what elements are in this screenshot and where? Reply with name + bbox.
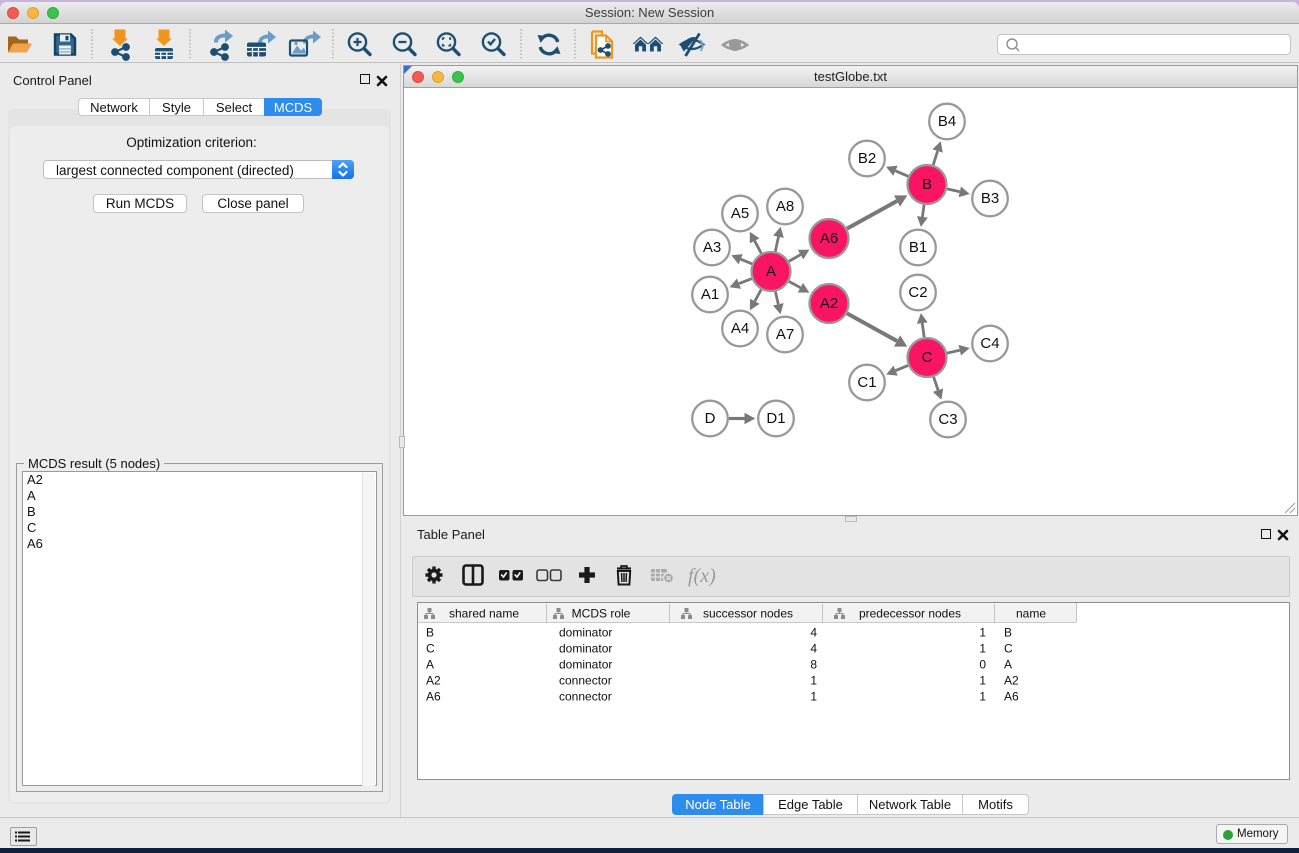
svg-text:4: 4 [810, 626, 817, 640]
svg-text:A2: A2 [426, 674, 441, 688]
svg-text:1: 1 [810, 674, 817, 688]
svg-text:C: C [1004, 642, 1013, 656]
svg-text:dominator: dominator [559, 626, 612, 640]
svg-text:0: 0 [979, 658, 986, 672]
svg-text:A1: A1 [701, 286, 719, 303]
svg-text:connector: connector [559, 674, 612, 688]
svg-text:C2: C2 [908, 284, 927, 301]
svg-text:A8: A8 [776, 198, 794, 215]
svg-text:B: B [1004, 626, 1012, 640]
svg-text:D: D [705, 410, 716, 427]
svg-text:1: 1 [979, 690, 986, 704]
svg-text:f(x): f(x) [688, 565, 716, 587]
svg-text:A: A [1004, 658, 1012, 672]
svg-text:C4: C4 [980, 335, 999, 352]
svg-text:4: 4 [810, 642, 817, 656]
svg-text:1: 1 [979, 626, 986, 640]
svg-text:B2: B2 [858, 150, 876, 167]
svg-text:A7: A7 [776, 326, 794, 343]
svg-text:C1: C1 [857, 374, 876, 391]
svg-text:B1: B1 [909, 239, 927, 256]
svg-text:8: 8 [810, 658, 817, 672]
svg-text:A5: A5 [731, 205, 749, 222]
svg-text:D1: D1 [766, 410, 785, 427]
svg-text:1: 1 [979, 642, 986, 656]
svg-text:dominator: dominator [559, 658, 612, 672]
svg-text:name: name [1016, 607, 1046, 621]
svg-text:B: B [426, 626, 434, 640]
svg-text:B3: B3 [981, 190, 999, 207]
svg-text:C: C [922, 349, 933, 366]
svg-text:connector: connector [559, 690, 612, 704]
svg-text:B: B [922, 176, 932, 193]
svg-text:A3: A3 [703, 239, 721, 256]
svg-text:A6: A6 [820, 230, 838, 247]
svg-text:A6: A6 [1004, 690, 1019, 704]
svg-text:A2: A2 [820, 295, 838, 312]
svg-text:A: A [766, 263, 776, 280]
svg-text:shared name: shared name [449, 607, 519, 621]
svg-text:1: 1 [810, 690, 817, 704]
svg-text:C3: C3 [938, 411, 957, 428]
svg-text:B4: B4 [938, 113, 956, 130]
svg-text:successor nodes: successor nodes [703, 607, 793, 621]
svg-text:A6: A6 [426, 690, 441, 704]
svg-text:A4: A4 [731, 320, 749, 337]
svg-text:predecessor nodes: predecessor nodes [859, 607, 961, 621]
svg-text:MCDS role: MCDS role [572, 607, 631, 621]
svg-text:A2: A2 [1004, 674, 1019, 688]
svg-text:1: 1 [979, 674, 986, 688]
svg-text:A: A [426, 658, 434, 672]
svg-text:dominator: dominator [559, 642, 612, 656]
svg-text:C: C [426, 642, 435, 656]
